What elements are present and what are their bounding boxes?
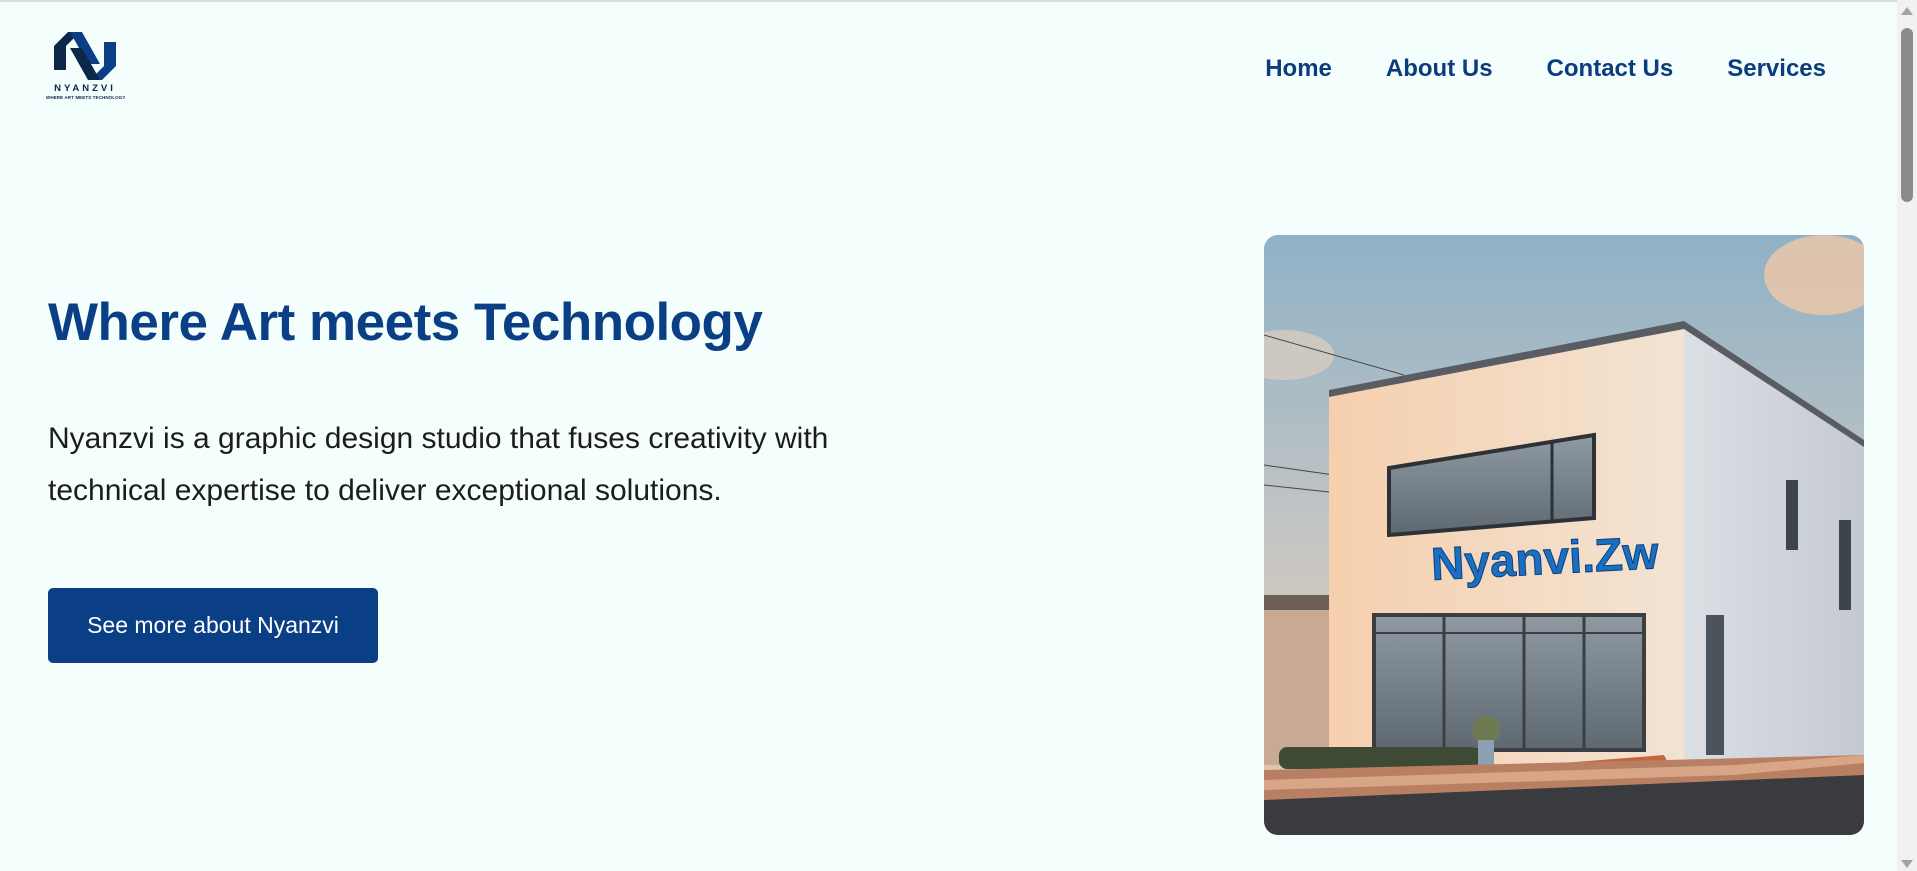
- hero-description: Nyanzvi is a graphic design studio that …: [48, 422, 829, 507]
- see-more-button[interactable]: See more about Nyanzvi: [48, 588, 378, 663]
- scroll-up-arrow-icon[interactable]: [1901, 7, 1913, 15]
- logo-mark-icon: [54, 32, 116, 80]
- studio-building-image: Nyanvi.Zw: [1264, 235, 1864, 835]
- scroll-down-arrow-icon[interactable]: [1901, 860, 1913, 868]
- top-border: [0, 0, 1897, 2]
- logo-name: NYANZVI: [54, 83, 116, 94]
- logo-tagline: WHERE ART MEETS TECHNOLOGY: [46, 95, 126, 100]
- page-scrollbar[interactable]: [1897, 0, 1917, 871]
- main-nav: Home About Us Contact Us Services: [1265, 55, 1826, 83]
- nav-home[interactable]: Home: [1265, 55, 1332, 83]
- scroll-thumb[interactable]: [1901, 28, 1913, 202]
- hero-title: Where Art meets Technology: [48, 293, 763, 352]
- nav-contact-us[interactable]: Contact Us: [1547, 55, 1674, 83]
- site-logo[interactable]: NYANZVI WHERE ART MEETS TECHNOLOGY: [46, 30, 126, 104]
- nav-about-us[interactable]: About Us: [1386, 55, 1493, 83]
- nav-services[interactable]: Services: [1727, 55, 1826, 83]
